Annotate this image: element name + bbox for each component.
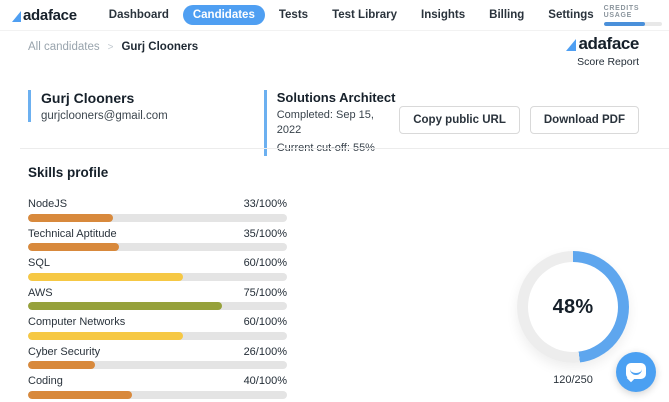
- download-pdf-button[interactable]: Download PDF: [530, 106, 639, 134]
- skills-profile-section: Skills profile NodeJS 33/100% Technical Ap…: [28, 165, 287, 402]
- skill-score: 35/100%: [244, 228, 287, 241]
- nav-item-billing[interactable]: Billing: [479, 5, 534, 25]
- breadcrumb-separator: >: [108, 42, 114, 53]
- section-divider: [20, 148, 669, 149]
- skill-label: Technical Aptitude: [28, 228, 117, 241]
- skill-score: 26/100%: [244, 346, 287, 359]
- score-report-label: Score Report: [566, 56, 639, 68]
- skill-bar-fill: [28, 243, 119, 251]
- test-summary: Solutions Architect Completed: Sep 15, 2…: [264, 90, 399, 156]
- skill-row-technical-aptitude: Technical Aptitude 35/100%: [28, 228, 287, 252]
- breadcrumb-all-candidates[interactable]: All candidates: [28, 41, 100, 53]
- skill-label: Coding: [28, 375, 63, 388]
- skill-bar-track: [28, 273, 287, 281]
- report-actions: Copy public URL Download PDF: [399, 106, 639, 134]
- breadcrumb-current: Gurj Clooners: [121, 41, 198, 53]
- copy-public-url-button[interactable]: Copy public URL: [399, 106, 520, 134]
- chat-smile-icon: [630, 369, 642, 375]
- candidate-email: gurjclooners@gmail.com: [41, 110, 168, 122]
- credits-bar-fill: [604, 22, 646, 26]
- report-brand-logo-text: adaface: [578, 34, 639, 54]
- skill-bar-track: [28, 332, 287, 340]
- credits-usage[interactable]: CREDITS USAGE: [604, 5, 662, 26]
- candidate-strip: Gurj Clooners gurjclooners@gmail.com Sol…: [28, 90, 639, 156]
- skill-row-sql: SQL 60/100%: [28, 257, 287, 281]
- skills-profile-title: Skills profile: [28, 165, 287, 180]
- score-report-page: adaface DashboardCandidatesTestsTest Lib…: [0, 0, 669, 402]
- skill-row-cyber-security: Cyber Security 26/100%: [28, 346, 287, 370]
- skill-head: Cyber Security 26/100%: [28, 346, 287, 359]
- breadcrumb: All candidates > Gurj Clooners: [28, 41, 198, 53]
- skill-score: 60/100%: [244, 257, 287, 270]
- skill-bar-track: [28, 361, 287, 369]
- skill-bar-fill: [28, 332, 183, 340]
- credits-usage-bar: [604, 22, 662, 26]
- test-completed-date: Completed: Sep 15, 2022: [277, 108, 399, 138]
- skill-head: NodeJS 33/100%: [28, 198, 287, 211]
- skill-head: Computer Networks 60/100%: [28, 316, 287, 329]
- skill-label: Computer Networks: [28, 316, 125, 329]
- adaface-logo-icon: [566, 39, 576, 51]
- skill-label: AWS: [28, 287, 53, 300]
- skill-bar-fill: [28, 302, 222, 310]
- skill-head: AWS 75/100%: [28, 287, 287, 300]
- skill-bar-fill: [28, 214, 113, 222]
- overall-score-percent: 48%: [553, 296, 594, 319]
- nav-item-dashboard[interactable]: Dashboard: [99, 5, 179, 25]
- nav-item-candidates[interactable]: Candidates: [183, 5, 265, 25]
- top-nav: adaface DashboardCandidatesTestsTest Lib…: [0, 0, 669, 31]
- test-title: Solutions Architect: [277, 90, 399, 105]
- intercom-chat-button[interactable]: [616, 352, 656, 392]
- skill-score: 40/100%: [244, 375, 287, 388]
- skill-bar-track: [28, 214, 287, 222]
- overall-donut: 48%: [517, 251, 629, 363]
- nav-item-settings[interactable]: Settings: [538, 5, 603, 25]
- skill-row-coding: Coding 40/100%: [28, 375, 287, 399]
- skill-bar-fill: [28, 273, 183, 281]
- skill-head: SQL 60/100%: [28, 257, 287, 270]
- nav-items: DashboardCandidatesTestsTest LibraryInsi…: [99, 5, 604, 25]
- nav-right: CREDITS USAGE Adaface: [604, 5, 669, 26]
- skill-bar-track: [28, 243, 287, 251]
- skill-row-computer-networks: Computer Networks 60/100%: [28, 316, 287, 340]
- chat-bubble-icon: [626, 363, 646, 379]
- nav-item-insights[interactable]: Insights: [411, 5, 475, 25]
- skill-bar-track: [28, 391, 287, 399]
- skill-bar-fill: [28, 391, 132, 399]
- skill-label: NodeJS: [28, 198, 67, 211]
- skill-label: Cyber Security: [28, 346, 100, 359]
- candidate-name: Gurj Clooners: [41, 90, 168, 106]
- skill-score: 33/100%: [244, 198, 287, 211]
- skill-bar-fill: [28, 361, 95, 369]
- skill-score: 75/100%: [244, 287, 287, 300]
- skill-row-nodejs: NodeJS 33/100%: [28, 198, 287, 222]
- candidate-identity: Gurj Clooners gurjclooners@gmail.com: [28, 90, 168, 122]
- skill-head: Coding 40/100%: [28, 375, 287, 388]
- skill-label: SQL: [28, 257, 50, 270]
- skill-score: 60/100%: [244, 316, 287, 329]
- skill-row-aws: AWS 75/100%: [28, 287, 287, 311]
- report-brand-logo: adaface: [566, 34, 639, 54]
- adaface-logo[interactable]: adaface: [12, 7, 77, 24]
- credits-usage-label: CREDITS USAGE: [604, 5, 662, 19]
- overall-score-fraction: 120/250: [517, 374, 629, 386]
- skill-head: Technical Aptitude 35/100%: [28, 228, 287, 241]
- nav-item-tests[interactable]: Tests: [269, 5, 318, 25]
- adaface-logo-icon: [12, 11, 21, 22]
- report-brand: adaface Score Report: [566, 34, 639, 68]
- nav-item-test-library[interactable]: Test Library: [322, 5, 407, 25]
- adaface-logo-text: adaface: [23, 7, 77, 24]
- skill-bar-track: [28, 302, 287, 310]
- skills-list: NodeJS 33/100% Technical Aptitude 35/100% SQ…: [28, 198, 287, 399]
- overall-donut-hole: 48%: [528, 262, 618, 352]
